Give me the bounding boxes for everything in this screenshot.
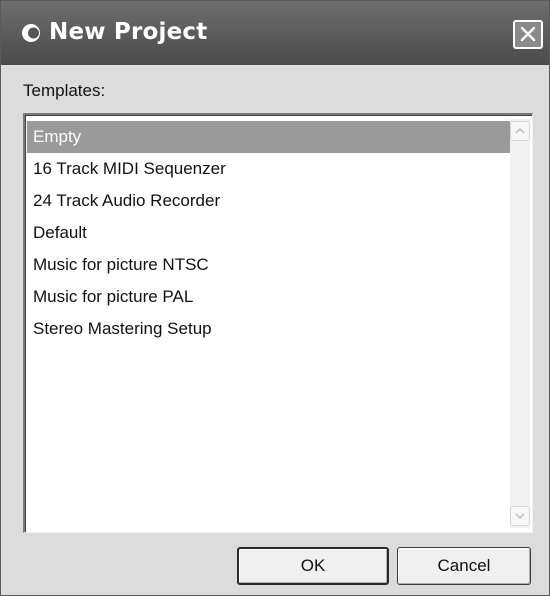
- template-item[interactable]: 16 Track MIDI Sequenzer: [27, 153, 511, 185]
- dialog-title: New Project: [49, 19, 208, 45]
- templates-list: Empty 16 Track MIDI Sequenzer 24 Track Aud…: [27, 121, 511, 345]
- title-bar[interactable]: New Project: [1, 1, 549, 65]
- template-item[interactable]: 24 Track Audio Recorder: [27, 185, 511, 217]
- new-project-dialog: New Project Templates: Empty 16 Track MID…: [0, 0, 550, 596]
- template-item[interactable]: Default: [27, 217, 511, 249]
- cancel-button[interactable]: Cancel: [397, 547, 531, 585]
- app-logo-icon: [21, 23, 41, 43]
- scroll-up-button[interactable]: [510, 121, 530, 141]
- template-item[interactable]: Music for picture NTSC: [27, 249, 511, 281]
- template-item[interactable]: Stereo Mastering Setup: [27, 313, 511, 345]
- close-button[interactable]: [513, 20, 543, 49]
- ok-button[interactable]: OK: [237, 547, 389, 585]
- template-item[interactable]: Music for picture PAL: [27, 281, 511, 313]
- scroll-down-button[interactable]: [510, 506, 530, 526]
- vertical-scrollbar[interactable]: [510, 119, 530, 528]
- templates-listbox[interactable]: Empty 16 Track MIDI Sequenzer 24 Track Aud…: [23, 113, 533, 533]
- templates-label: Templates:: [23, 81, 106, 100]
- template-item[interactable]: Empty: [27, 121, 511, 153]
